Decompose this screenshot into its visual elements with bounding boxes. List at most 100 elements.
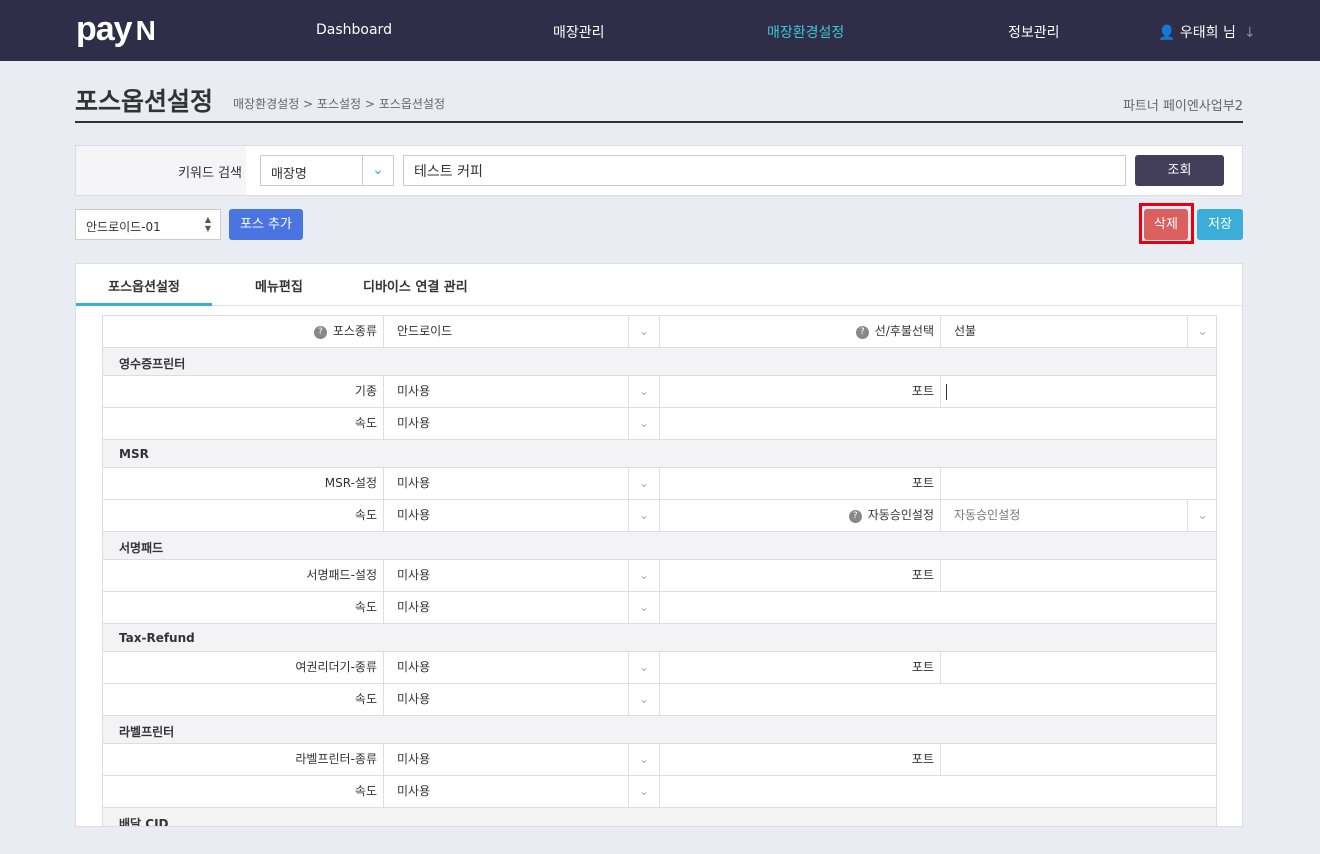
pos-select[interactable]: 안드로이드-01 ▲ ▼ [75, 209, 221, 240]
search-input[interactable] [403, 155, 1126, 186]
help-icon[interactable]: ? [855, 326, 869, 339]
section-header: 라벨프린터 [102, 716, 1217, 744]
option-label-text: 자동승인설정 [867, 508, 934, 522]
chevron-down-icon[interactable]: ⌄ [628, 468, 660, 499]
option-select[interactable]: 안드로이드 [383, 316, 628, 347]
option-label: 속도 [103, 500, 383, 531]
option-select[interactable]: 미사용 [383, 376, 628, 407]
option-row: 여권리더기-종류 미사용 ⌄ 포트 [102, 652, 1217, 684]
option-label-text: 속도 [354, 508, 377, 522]
delete-button[interactable]: 삭제 [1144, 209, 1188, 240]
option-select[interactable]: 미사용 [383, 408, 628, 439]
chevron-down-icon[interactable]: ⌄ [628, 652, 660, 683]
option-row: 속도 미사용 ⌄ [102, 592, 1217, 624]
port-input[interactable] [940, 744, 1217, 775]
option-label: 포트 [660, 376, 940, 407]
chevron-down-icon[interactable]: ⌄ [628, 560, 660, 591]
chevron-down-icon[interactable]: ⌄ [628, 744, 660, 775]
chevron-down-icon[interactable]: ⌄ [628, 500, 660, 531]
search-type-select[interactable]: 매장명 ⌄ [260, 155, 394, 186]
add-pos-button[interactable]: 포스 추가 [229, 209, 303, 240]
search-type-value: 매장명 [271, 167, 307, 182]
section-header: 배달 CID [102, 808, 1217, 826]
port-input[interactable] [940, 376, 1217, 407]
port-input[interactable] [940, 560, 1217, 591]
tab-bar: 포스옵션설정 메뉴편집 디바이스 연결 관리 [76, 264, 1242, 306]
option-label-text: 기종 [354, 384, 377, 398]
option-row: 서명패드-설정 미사용 ⌄ 포트 [102, 560, 1217, 592]
option-label: 포트 [660, 744, 940, 775]
help-icon[interactable]: ? [848, 510, 862, 523]
tab-menu-edit[interactable]: 메뉴편집 [255, 276, 303, 295]
option-select[interactable]: 선불 [940, 316, 1187, 347]
option-label: 포트 [660, 652, 940, 683]
chevron-down-icon[interactable]: ⌄ [628, 684, 660, 715]
option-label-text: 속도 [354, 600, 377, 614]
option-select[interactable]: 미사용 [383, 652, 628, 683]
nav-dashboard[interactable]: Dashboard [316, 22, 392, 38]
department-label: 파트너 페이엔사업부2 [1122, 99, 1243, 114]
help-icon[interactable]: ? [313, 326, 327, 339]
chevron-down-icon[interactable]: ⌄ [1187, 316, 1217, 347]
option-label-text: 포트 [911, 568, 934, 582]
option-select[interactable]: 미사용 [383, 500, 628, 531]
option-select[interactable]: 자동승인설정 [940, 500, 1187, 531]
option-row: MSR-설정 미사용 ⌄ 포트 [102, 468, 1217, 500]
chevron-down-icon[interactable]: ⌄ [628, 316, 660, 347]
user-name: 우태희 님 [1179, 25, 1236, 41]
logo-mark: N [135, 15, 156, 46]
nav-store-management[interactable]: 매장관리 [553, 22, 605, 42]
top-nav-bar: pay N Dashboard 매장관리 매장환경설정 정보관리 👤 우태희 님 ↓ [0, 0, 1320, 61]
pos-select-value: 안드로이드-01 [86, 220, 161, 234]
save-button[interactable]: 저장 [1197, 209, 1243, 240]
nav-store-settings[interactable]: 매장환경설정 [767, 22, 844, 42]
option-row: ? 포스종류 안드로이드 ⌄? 선/후불선택 선불 ⌄ [102, 316, 1217, 348]
option-label-text: 포트 [911, 476, 934, 490]
page-title: 포스옵션설정 [75, 87, 214, 116]
option-label: 속도 [103, 776, 383, 807]
options-grid: ? 포스종류 안드로이드 ⌄? 선/후불선택 선불 ⌄ 영수증프린터 기종 미사용 ⌄ 포트 속도 미사용… [102, 315, 1217, 826]
option-select[interactable]: 미사용 [383, 776, 628, 807]
option-label-text: 포트 [911, 660, 934, 674]
section-header: 서명패드 [102, 532, 1217, 560]
option-label: 라벨프린터-종류 [103, 744, 383, 775]
option-label: ? 선/후불선택 [660, 316, 940, 347]
option-select[interactable]: 미사용 [383, 684, 628, 715]
option-label-text: 서명패드-설정 [306, 568, 377, 582]
option-select[interactable]: 미사용 [383, 560, 628, 591]
title-divider [75, 121, 1243, 123]
tab-device-connection[interactable]: 디바이스 연결 관리 [363, 276, 468, 295]
option-label-text: MSR-설정 [324, 476, 377, 490]
chevron-down-icon[interactable]: ⌄ [628, 592, 660, 623]
nav-info-management[interactable]: 정보관리 [1008, 22, 1060, 42]
payn-logo[interactable]: pay N [76, 10, 156, 49]
option-row: 속도 미사용 ⌄ [102, 776, 1217, 808]
option-select[interactable]: 미사용 [383, 592, 628, 623]
port-input[interactable] [940, 652, 1217, 683]
option-label-text: 여권리더기-종류 [295, 660, 377, 674]
option-label-text: 선/후불선택 [874, 324, 934, 338]
option-row: 기종 미사용 ⌄ 포트 [102, 376, 1217, 408]
logo-text: pay [76, 10, 133, 48]
option-label: 속도 [103, 684, 383, 715]
option-label: 여권리더기-종류 [103, 652, 383, 683]
port-input[interactable] [940, 468, 1217, 499]
chevron-down-icon[interactable]: ⌄ [1187, 500, 1217, 531]
user-icon: 👤 [1158, 25, 1176, 41]
chevron-down-icon[interactable]: ⌄ [628, 408, 660, 439]
option-select[interactable]: 미사용 [383, 468, 628, 499]
tab-pos-options[interactable]: 포스옵션설정 [76, 276, 212, 306]
option-select[interactable]: 미사용 [383, 744, 628, 775]
section-header: MSR [102, 440, 1217, 468]
search-label: 키워드 검색 [76, 146, 246, 195]
user-menu[interactable]: 👤 우태희 님 ↓ [1158, 22, 1256, 42]
option-label-text: 포스종류 [332, 324, 377, 338]
option-label: ? 포스종류 [103, 316, 383, 347]
option-label: 포트 [660, 468, 940, 499]
search-panel: 키워드 검색 매장명 ⌄ 조회 [75, 145, 1243, 196]
chevron-down-icon[interactable]: ⌄ [628, 376, 660, 407]
option-row: 라벨프린터-종류 미사용 ⌄ 포트 [102, 744, 1217, 776]
chevron-down-icon[interactable]: ⌄ [628, 776, 660, 807]
search-button[interactable]: 조회 [1135, 155, 1224, 186]
option-label-text: 속도 [354, 692, 377, 706]
